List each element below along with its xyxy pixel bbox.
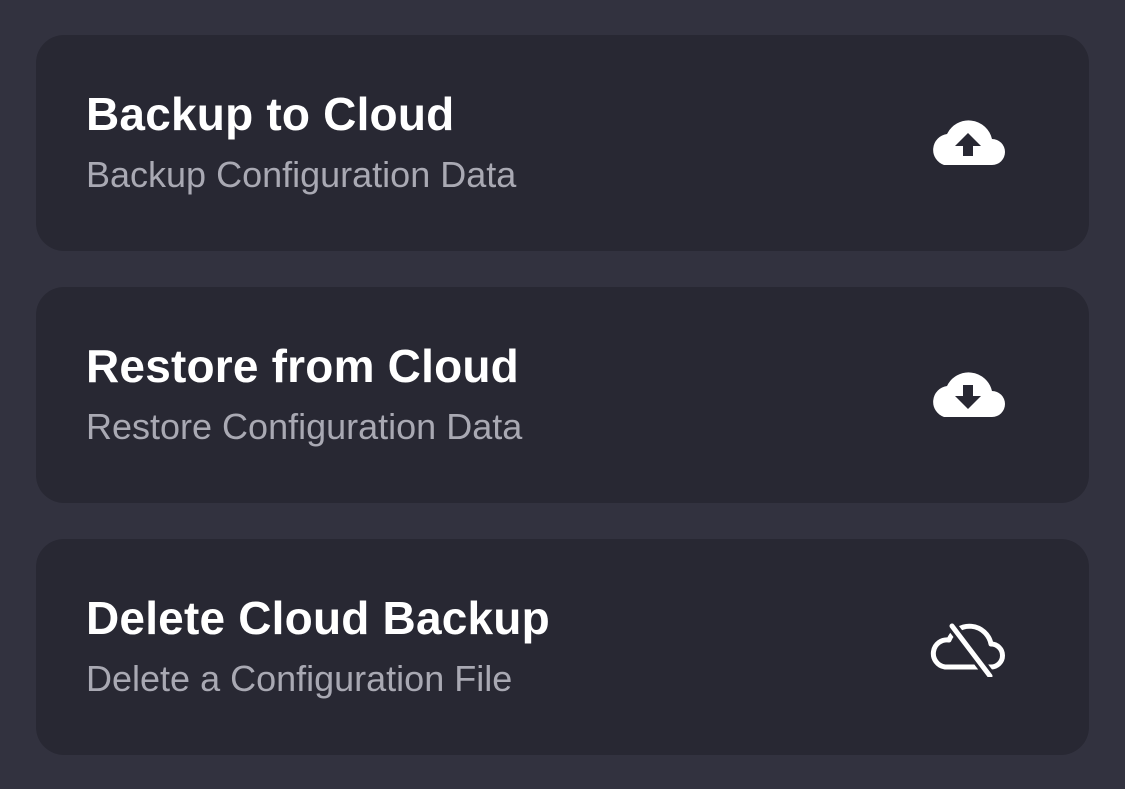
backup-to-cloud-button[interactable]: Backup to Cloud Backup Configuration Dat… bbox=[36, 35, 1089, 251]
restore-subtitle: Restore Configuration Data bbox=[86, 406, 523, 447]
cloud-off-icon bbox=[930, 617, 1006, 677]
backup-subtitle: Backup Configuration Data bbox=[86, 154, 517, 195]
restore-from-cloud-button[interactable]: Restore from Cloud Restore Configuration… bbox=[36, 287, 1089, 503]
delete-cloud-backup-button[interactable]: Delete Cloud Backup Delete a Configurati… bbox=[36, 539, 1089, 755]
restore-title: Restore from Cloud bbox=[86, 340, 519, 392]
cloud-upload-icon bbox=[930, 113, 1006, 173]
cloud-actions-list: Backup to Cloud Backup Configuration Dat… bbox=[36, 35, 1089, 755]
cloud-download-icon bbox=[930, 365, 1006, 425]
delete-subtitle: Delete a Configuration File bbox=[86, 658, 513, 699]
backup-title: Backup to Cloud bbox=[86, 88, 455, 140]
delete-title: Delete Cloud Backup bbox=[86, 592, 550, 644]
